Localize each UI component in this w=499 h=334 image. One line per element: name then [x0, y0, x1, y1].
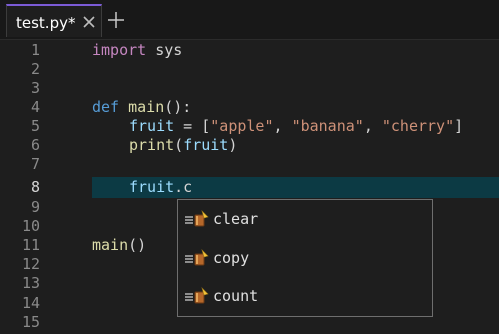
- module-name: sys: [155, 41, 183, 59]
- code-line-8: fruit.c: [92, 178, 192, 197]
- variable-fruit: fruit: [129, 178, 175, 196]
- close-icon[interactable]: [81, 14, 97, 30]
- line-number: 9: [30, 198, 40, 216]
- punctuation: ():: [164, 98, 192, 116]
- line-number: 13: [21, 274, 40, 292]
- suggestion-item-copy[interactable]: copy: [178, 239, 432, 277]
- operator: = [: [174, 117, 211, 135]
- keyword-def: def: [92, 98, 120, 116]
- autocomplete-popup: clear copy count: [177, 199, 433, 317]
- method-icon: [185, 248, 209, 266]
- suggestion-label: clear: [213, 210, 259, 228]
- builtin-print: print: [129, 136, 175, 154]
- suggestion-label: copy: [213, 249, 250, 267]
- string-literal: "banana": [291, 117, 364, 135]
- separator: ,: [273, 117, 292, 135]
- variable-fruit: fruit: [183, 136, 229, 154]
- line-number: 3: [30, 79, 40, 97]
- line-number: 10: [21, 217, 40, 235]
- bracket: ]: [454, 117, 464, 135]
- function-call-main: main: [92, 236, 129, 254]
- line-number: 4: [30, 98, 40, 116]
- line-number: 1: [30, 41, 40, 59]
- line-number: 12: [21, 255, 40, 273]
- line-number: 11: [21, 236, 40, 254]
- line-number: 6: [30, 136, 40, 154]
- line-number-active: 8: [30, 178, 40, 196]
- suggestion-label: count: [213, 287, 259, 305]
- keyword-import: import: [92, 41, 147, 59]
- line-number-gutter: 1 2 3 4 5 6 7 8 9 10 11 12 13 14 15: [0, 40, 75, 334]
- line-number: 7: [30, 155, 40, 173]
- separator: ,: [363, 117, 382, 135]
- tab-test-py[interactable]: test.py*: [6, 4, 102, 37]
- typed-member-prefix: .c: [174, 178, 193, 196]
- code-line-6: print(fruit): [92, 136, 237, 155]
- plus-icon[interactable]: [107, 11, 125, 29]
- line-number: 15: [21, 313, 40, 331]
- code-editor-window: test.py* 1 2 3 4 5 6 7 8 9 10 11 12 13 1…: [0, 0, 499, 334]
- suggestion-item-clear[interactable]: clear: [178, 200, 432, 238]
- paren: ): [228, 136, 238, 154]
- method-icon: [185, 209, 209, 227]
- tab-title: test.py*: [16, 14, 76, 32]
- code-line-5: fruit = ["apple", "banana", "cherry"]: [92, 117, 463, 136]
- code-line-1: import sys: [92, 41, 182, 60]
- paren: (: [174, 136, 184, 154]
- code-line-4: def main():: [92, 98, 191, 117]
- string-literal: "cherry": [381, 117, 455, 135]
- variable-fruit: fruit: [129, 117, 175, 135]
- code-line-11: main(): [92, 236, 146, 255]
- function-name: main: [128, 98, 165, 116]
- paren: (): [128, 236, 147, 254]
- suggestion-item-count[interactable]: count: [178, 277, 432, 315]
- method-icon: [185, 286, 209, 304]
- line-number: 14: [21, 294, 40, 312]
- line-number: 2: [30, 60, 40, 78]
- tab-bar: test.py*: [0, 0, 499, 40]
- string-literal: "apple": [210, 117, 274, 135]
- line-number: 5: [30, 117, 40, 135]
